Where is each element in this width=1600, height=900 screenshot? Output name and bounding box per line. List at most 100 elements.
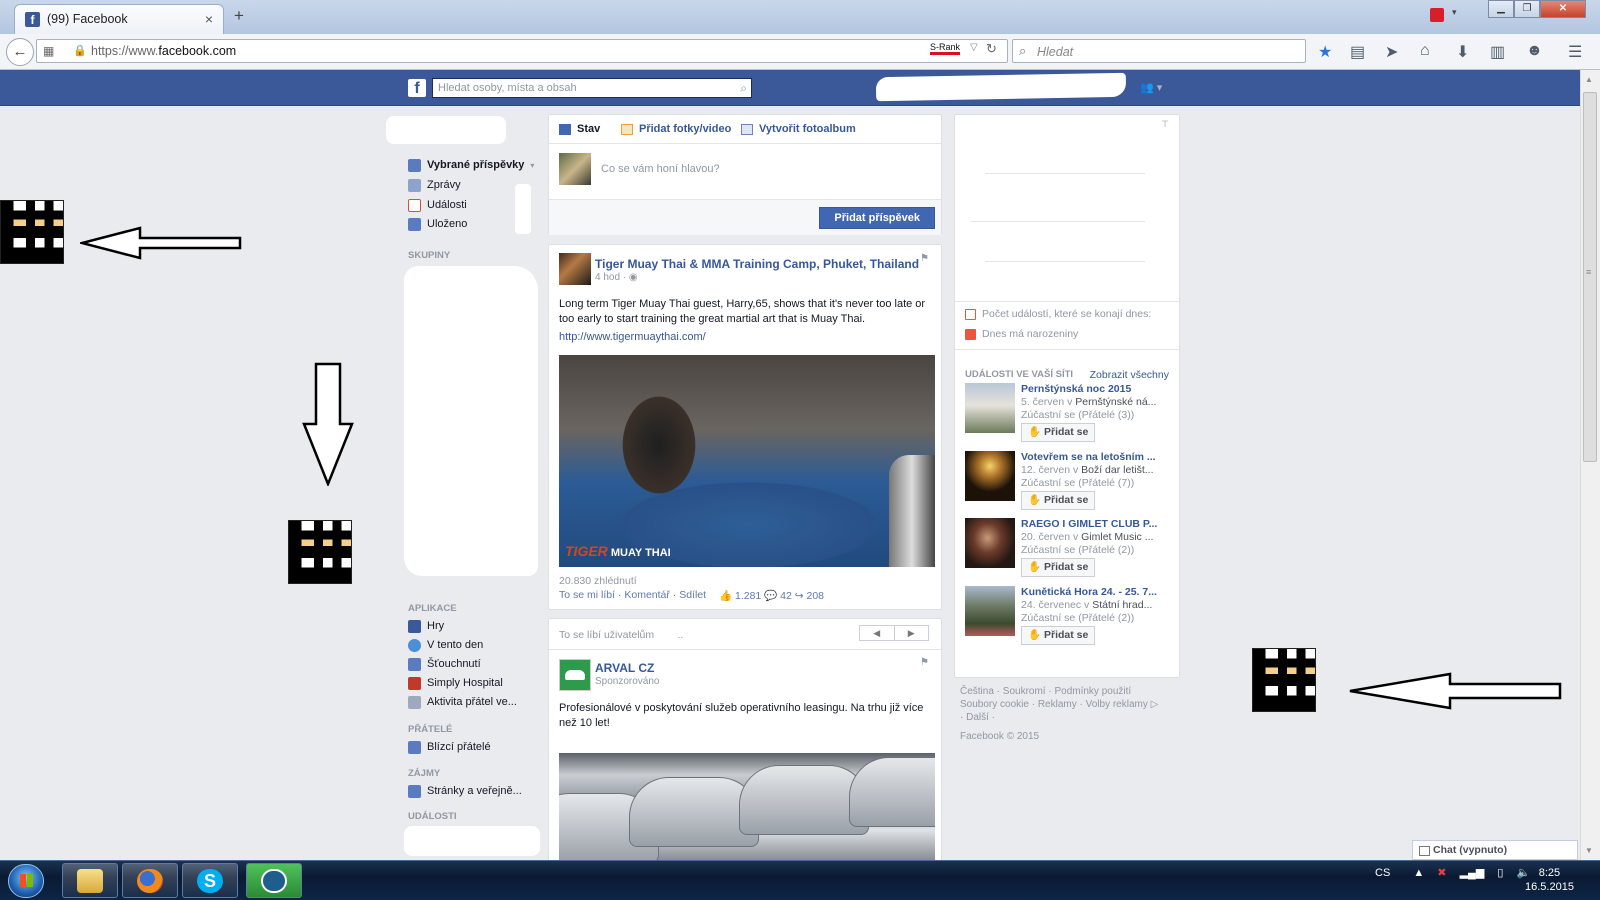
event-thumbnail[interactable]	[965, 383, 1015, 433]
taskbar-app-green[interactable]	[246, 863, 302, 898]
join-button[interactable]: ✋ Přidat se	[1021, 423, 1096, 442]
taskbar-skype[interactable]: S	[182, 863, 238, 898]
event-thumbnail[interactable]	[965, 518, 1015, 568]
footer-links-2[interactable]: Soubory cookie · Reklamy · Volby reklamy…	[960, 698, 1180, 711]
clock[interactable]: 8:25 16.5.2015	[1525, 866, 1574, 894]
nav-item-pages[interactable]: Stránky a veřejně...	[408, 783, 522, 799]
tab-facebook[interactable]: f (99) Facebook ×	[14, 4, 224, 34]
composer-input[interactable]: Co se vám honí hlavou?	[601, 163, 720, 175]
signal-icon[interactable]: ▂▄▆	[1460, 867, 1485, 879]
footer-links-3[interactable]: · Další ·	[960, 711, 1180, 724]
sponsored-label[interactable]: Sponzorováno	[595, 676, 660, 687]
facebook-logo-icon[interactable]: f	[408, 79, 426, 97]
download-icon[interactable]: ⬇	[1456, 42, 1469, 62]
show-all-link[interactable]: Zobrazit všechny	[1090, 369, 1169, 381]
taskbar-explorer[interactable]	[62, 863, 118, 898]
chat-bar[interactable]: Chat (vypnuto)	[1412, 840, 1578, 860]
scroll-up-icon[interactable]: ▲	[1585, 75, 1593, 84]
taskbar-firefox[interactable]	[122, 863, 178, 898]
footer-links-1[interactable]: Čeština · Soukromí · Podmínky použití	[960, 685, 1180, 698]
post-menu-icon[interactable]: ⚑	[920, 657, 929, 668]
post-link[interactable]: http://www.tigermuaythai.com/	[559, 331, 706, 343]
nav-item-close-friends[interactable]: Blízcí přátelé	[408, 739, 491, 755]
lock-icon[interactable]: 🔒	[73, 44, 87, 57]
network-error-icon[interactable]: ✖	[1437, 867, 1446, 879]
url-dropdown-icon[interactable]: ▽	[970, 42, 978, 53]
nav-item-pokes[interactable]: Šťouchnutí	[408, 656, 481, 672]
url-text[interactable]: https://www.facebook.com	[91, 44, 236, 58]
extension-icon[interactable]	[1430, 8, 1444, 22]
tab-close-icon[interactable]: ×	[205, 11, 213, 27]
browser-search-field[interactable]: ⌕ Hledat	[1012, 39, 1306, 63]
facebook-search-input[interactable]: Hledat osoby, místa a obsah ⌕	[432, 78, 752, 98]
join-button[interactable]: ✋ Přidat se	[1021, 626, 1096, 645]
event-title[interactable]: Votevřem se na letošním ...	[1021, 451, 1171, 463]
join-button[interactable]: ✋ Přidat se	[1021, 558, 1096, 577]
show-hidden-icons-icon[interactable]: ▲	[1413, 867, 1424, 879]
maximize-button[interactable]: ❐	[1514, 0, 1540, 18]
chevron-down-icon[interactable]: ▾	[1452, 7, 1457, 18]
srank-indicator[interactable]: S-Rank	[930, 42, 961, 55]
post-stats[interactable]: 👍 1.281 💬 42 ↪ 208	[719, 589, 824, 602]
language-indicator[interactable]: CS	[1375, 867, 1390, 879]
reload-icon[interactable]: ↻	[986, 41, 997, 57]
bookmarks-list-icon[interactable]: ▤	[1350, 42, 1365, 62]
scrollbar-thumb[interactable]	[1583, 92, 1597, 462]
nav-item-games[interactable]: Hry	[408, 618, 444, 634]
event-title[interactable]: Kunětická Hora 24. - 25. 7...	[1021, 586, 1171, 598]
post-author[interactable]: Tiger Muay Thai & MMA Training Camp, Phu…	[595, 257, 919, 271]
scroll-grip-icon: ≡	[1586, 267, 1592, 277]
events-today-item[interactable]: Počet událostí, které se konají dnes:	[965, 308, 1151, 320]
nav-item-simply-hospital[interactable]: Simply Hospital	[408, 675, 503, 691]
menu-icon[interactable]: ☰	[1568, 42, 1582, 62]
event-thumbnail[interactable]	[965, 586, 1015, 636]
window-close-button[interactable]: ✕	[1540, 0, 1586, 18]
tab-add-photo[interactable]: Přidat fotky/video	[621, 123, 731, 135]
nav-label: Blízcí přátelé	[427, 741, 491, 753]
post-time[interactable]: 4 hod · ◉	[595, 272, 638, 283]
post-menu-icon[interactable]: ⚑	[920, 253, 929, 264]
post-video[interactable]: TIGER MUAY THAI	[559, 355, 935, 567]
minimize-button[interactable]: ▁	[1488, 0, 1514, 18]
next-icon[interactable]: ▶	[893, 626, 929, 640]
search-icon[interactable]: ⌕	[740, 81, 747, 96]
avatar[interactable]	[559, 253, 591, 285]
address-bar[interactable]: ▦ 🔒 https://www.facebook.com	[36, 39, 1008, 63]
nav-item-news-feed[interactable]: Vybrané příspěvky ▾	[408, 157, 534, 173]
nav-item-on-this-day[interactable]: V tento den	[408, 637, 483, 653]
video-watermark: TIGER MUAY THAI	[565, 543, 671, 559]
chat-bubble-icon[interactable]: ☻	[1526, 42, 1543, 60]
tab-status[interactable]: Stav	[559, 123, 600, 135]
nav-item-friends-activity[interactable]: Aktivita přátel ve...	[408, 694, 517, 710]
nav-item-events[interactable]: Události	[408, 197, 467, 213]
event-thumbnail[interactable]	[965, 451, 1015, 501]
previous-icon[interactable]: ◀	[860, 626, 894, 640]
event-item: Votevřem se na letošním ... 12. červen v…	[965, 451, 1171, 515]
new-tab-button[interactable]: +	[234, 6, 244, 26]
identity-grid-icon[interactable]: ▦	[43, 44, 54, 58]
chevron-down-icon[interactable]: ▾	[530, 161, 534, 170]
send-icon[interactable]: ➤	[1385, 42, 1398, 62]
close-friends-icon	[408, 740, 421, 754]
birthdays-item[interactable]: Dnes má narozeniny	[965, 328, 1078, 340]
post-image[interactable]	[559, 753, 935, 863]
bookmark-star-icon[interactable]: ★	[1318, 42, 1332, 62]
friend-requests-icon[interactable]: 👥 ▾	[1140, 81, 1162, 94]
event-title[interactable]: Pernštýnská noc 2015	[1021, 383, 1171, 395]
avatar[interactable]	[559, 659, 591, 691]
event-title[interactable]: RAEGO I GIMLET CLUB P...	[1021, 518, 1171, 530]
post-author[interactable]: ARVAL CZ	[595, 661, 654, 675]
scroll-down-icon[interactable]: ▼	[1585, 846, 1593, 855]
battery-icon[interactable]: ▯	[1497, 867, 1503, 879]
reader-icon[interactable]: ▥	[1490, 42, 1505, 62]
pin-icon[interactable]: ⊤	[1161, 119, 1169, 130]
post-button[interactable]: Přidat příspěvek	[819, 207, 935, 229]
start-button[interactable]	[8, 864, 44, 898]
back-button[interactable]: ←	[6, 38, 34, 66]
nav-item-saved[interactable]: Uloženo	[408, 216, 467, 232]
nav-item-messages[interactable]: Zprávy	[408, 177, 461, 193]
home-icon[interactable]: ⌂	[1420, 42, 1430, 60]
tab-create-album[interactable]: Vytvořit fotoalbum	[741, 123, 856, 135]
join-button[interactable]: ✋ Přidat se	[1021, 491, 1096, 510]
post-actions[interactable]: To se mi líbí · Komentář · Sdílet	[559, 589, 706, 601]
